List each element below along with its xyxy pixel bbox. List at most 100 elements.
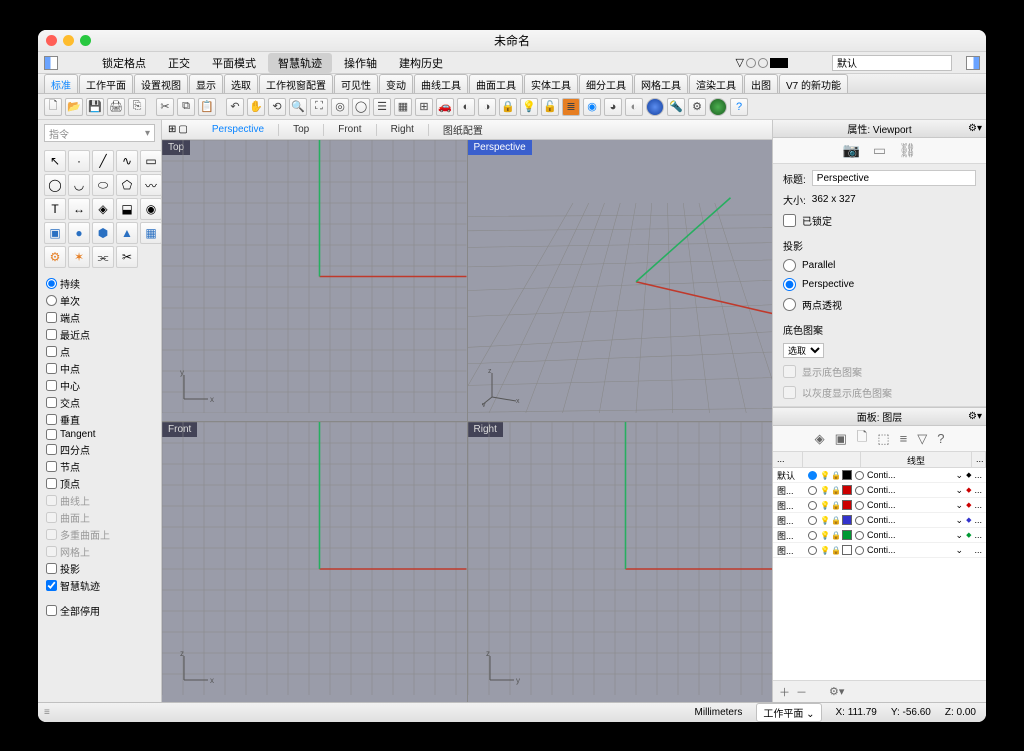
surface-icon[interactable]: ◈: [92, 198, 114, 220]
dim-icon[interactable]: ↔: [68, 198, 90, 220]
menu-smarttrack[interactable]: 智慧轨迹: [268, 53, 332, 73]
layer-row[interactable]: 图... 💡 🔒 Conti... ⌄ ◆ ...: [773, 513, 986, 528]
camera-icon[interactable]: 📷: [843, 142, 861, 160]
osnap-point[interactable]: 点: [46, 344, 153, 359]
tab-solidtools[interactable]: 实体工具: [524, 74, 578, 94]
zoom-extents-icon[interactable]: ⛶: [310, 98, 328, 116]
vptab-layout[interactable]: 图纸配置: [431, 120, 495, 139]
osnap-near[interactable]: 最近点: [46, 327, 153, 342]
tab-curvetools[interactable]: 曲线工具: [414, 74, 468, 94]
tab-vplayout[interactable]: 工作视窗配置: [259, 74, 333, 94]
wallpaper-select[interactable]: 选取: [783, 343, 824, 358]
vptab-top[interactable]: Top: [281, 122, 321, 137]
osnap-smarttrack[interactable]: 智慧轨迹: [46, 578, 153, 593]
render-icon[interactable]: ◕: [604, 98, 622, 116]
trim-icon[interactable]: ✂: [116, 246, 138, 268]
tab-visibility[interactable]: 可见性: [334, 74, 378, 94]
osnap-persist[interactable]: 持续: [46, 276, 153, 291]
osnap-mid[interactable]: 中点: [46, 361, 153, 376]
tab-subdtools[interactable]: 细分工具: [579, 74, 633, 94]
properties-gear-icon[interactable]: ⚙▾: [968, 123, 982, 134]
proj-twopoint[interactable]: 两点透视: [783, 297, 976, 312]
tab-cplane[interactable]: 工作平面: [79, 74, 133, 94]
mesh-icon[interactable]: ▦: [140, 222, 162, 244]
layer-add-icon[interactable]: ＋: [779, 684, 790, 700]
zoom-sel-icon[interactable]: ◎: [331, 98, 349, 116]
gear-icon[interactable]: ⚙: [44, 246, 66, 268]
vptab-grid-icon[interactable]: ⊞: [168, 124, 176, 135]
layer-row[interactable]: 图... 💡 🔒 Conti... ⌄ ◆ ...: [773, 483, 986, 498]
circle-icon[interactable]: ◯: [44, 174, 66, 196]
tab-transform[interactable]: 变动: [379, 74, 413, 94]
open-icon[interactable]: 📂: [65, 98, 83, 116]
save-icon[interactable]: 💾: [86, 98, 104, 116]
menu-planar[interactable]: 平面模式: [202, 53, 266, 73]
prop-title-input[interactable]: [812, 170, 976, 186]
status-cplane-select[interactable]: 工作平面 ⌄: [756, 703, 821, 722]
rotate-icon[interactable]: ⟲: [268, 98, 286, 116]
command-input[interactable]: 指令 ▾: [44, 124, 155, 142]
shade-icon[interactable]: ◐: [625, 98, 643, 116]
help-earth-icon[interactable]: [709, 98, 727, 116]
zoom-button[interactable]: [80, 35, 91, 46]
link-icon[interactable]: ⛓: [899, 142, 917, 160]
play-record-icon[interactable]: [758, 58, 768, 68]
polygon-icon[interactable]: ⬠: [116, 174, 138, 196]
new-icon[interactable]: 🗋: [44, 98, 62, 116]
object-icon[interactable]: ▭: [871, 142, 889, 160]
tab-setview[interactable]: 设置视图: [134, 74, 188, 94]
tab-rendertools[interactable]: 渲染工具: [689, 74, 743, 94]
print-icon[interactable]: 🖨: [107, 98, 125, 116]
join-icon[interactable]: ⫘: [92, 246, 114, 268]
color-swatch-icon[interactable]: [770, 58, 788, 68]
box-icon[interactable]: ▣: [44, 222, 66, 244]
osnap-knot[interactable]: 节点: [46, 459, 153, 474]
layer-sort-icon[interactable]: ≡: [900, 431, 908, 446]
layer-row[interactable]: 图... 💡 🔒 Conti... ⌄ ◆ ...: [773, 543, 986, 558]
paste-icon[interactable]: 📋: [198, 98, 216, 116]
polyline-icon[interactable]: ∿: [116, 150, 138, 172]
close-button[interactable]: [46, 35, 57, 46]
hide-icon[interactable]: ◐: [457, 98, 475, 116]
layer-cube-icon[interactable]: ⬚: [877, 431, 889, 447]
vptab-single-icon[interactable]: ▢: [178, 124, 187, 135]
sphere-icon[interactable]: ●: [68, 222, 90, 244]
tab-surfacetools[interactable]: 曲面工具: [469, 74, 523, 94]
osnap-int[interactable]: 交点: [46, 395, 153, 410]
rect-icon[interactable]: ▭: [140, 150, 162, 172]
viewport-perspective[interactable]: Perspective zxy: [468, 140, 773, 421]
set-cplane-icon[interactable]: ▦: [394, 98, 412, 116]
osnap-project[interactable]: 投影: [46, 561, 153, 576]
filter-icon[interactable]: ▽: [736, 56, 744, 69]
right-panel-toggle-icon[interactable]: [966, 56, 980, 70]
tab-display[interactable]: 显示: [189, 74, 223, 94]
menu-gridsnap[interactable]: 锁定格点: [92, 53, 156, 73]
layer-selector-input[interactable]: [832, 55, 952, 71]
menu-ortho[interactable]: 正交: [158, 53, 200, 73]
left-panel-toggle-icon[interactable]: [44, 56, 58, 70]
viewport-front[interactable]: Front xz: [162, 422, 467, 703]
help-icon[interactable]: ?: [730, 98, 748, 116]
osnap-disableall[interactable]: 全部停用: [46, 603, 153, 618]
layer-row[interactable]: 图... 💡 🔒 Conti... ⌄ ◆ ...: [773, 528, 986, 543]
lock-icon[interactable]: 🔒: [499, 98, 517, 116]
bulb-on-icon[interactable]: 💡: [520, 98, 538, 116]
layer-remove-icon[interactable]: －: [796, 684, 807, 700]
tab-v7new[interactable]: V7 的新功能: [779, 74, 848, 94]
tab-meshtools[interactable]: 网格工具: [634, 74, 688, 94]
layer-help-icon[interactable]: ?: [937, 431, 944, 446]
ellipse-icon[interactable]: ⬭: [92, 174, 114, 196]
tab-standard[interactable]: 标准: [44, 74, 78, 94]
revolve-icon[interactable]: ◉: [140, 198, 162, 220]
tab-drafting[interactable]: 出图: [744, 74, 778, 94]
minimize-button[interactable]: [63, 35, 74, 46]
cone-icon[interactable]: ▲: [116, 222, 138, 244]
undo-icon[interactable]: ↶: [226, 98, 244, 116]
proj-parallel[interactable]: Parallel: [783, 259, 976, 272]
layers-gear-icon[interactable]: ⚙▾: [968, 411, 982, 422]
extrude-icon[interactable]: ⬓: [116, 198, 138, 220]
stop-record-icon[interactable]: [746, 58, 756, 68]
osnap-vertex[interactable]: 顶点: [46, 476, 153, 491]
prop-locked[interactable]: 已锁定: [783, 213, 976, 228]
proj-perspective[interactable]: Perspective: [783, 278, 976, 291]
